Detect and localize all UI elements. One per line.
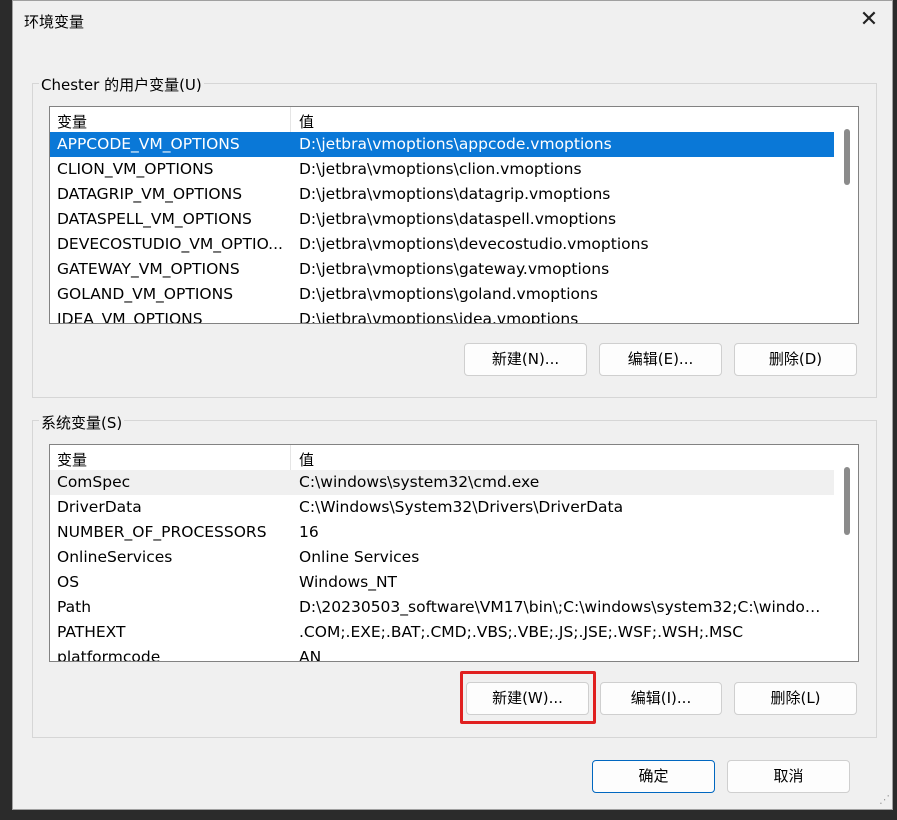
variable-name: IDEA_VM_OPTIONS [57, 310, 203, 324]
variable-name: DATAGRIP_VM_OPTIONS [57, 185, 243, 203]
user-variables-label: Chester 的用户变量(U) [39, 74, 204, 95]
variable-name: DATASPELL_VM_OPTIONS [57, 210, 252, 228]
variable-value: Windows_NT [299, 573, 398, 591]
table-row[interactable]: PATHEXT .COM;.EXE;.BAT;.CMD;.VBS;.VBE;.JS… [50, 620, 834, 645]
column-header-value[interactable]: 值 [299, 111, 314, 132]
table-row[interactable]: DEVECOSTUDIO_VM_OPTIO... D:\jetbra\vmopti… [50, 232, 834, 257]
title-bar: 环境变量 ✕ [13, 1, 892, 39]
variable-value: C:\windows\system32\cmd.exe [299, 473, 540, 491]
scrollbar-thumb[interactable] [844, 467, 850, 535]
table-row[interactable]: APPCODE_VM_OPTIONS D:\jetbra\vmoptions\ap… [50, 132, 834, 157]
variable-name: ComSpec [57, 473, 131, 491]
variable-value: Online Services [299, 548, 420, 566]
table-row[interactable]: Path D:\20230503_software\VM17\bin\;C:\wi… [50, 595, 834, 620]
table-row[interactable]: DATASPELL_VM_OPTIONS D:\jetbra\vmoptions\… [50, 207, 834, 232]
vertical-scrollbar[interactable] [834, 445, 858, 661]
variable-name: GOLAND_VM_OPTIONS [57, 285, 234, 303]
table-row[interactable]: GOLAND_VM_OPTIONS D:\jetbra\vmoptions\gol… [50, 282, 834, 307]
variable-name: Path [57, 598, 92, 616]
resize-grip-icon[interactable]: ⋰ [876, 793, 890, 807]
variable-value: C:\Windows\System32\Drivers\DriverData [299, 498, 624, 516]
system-variables-list[interactable]: 变量 值 ComSpec C:\windows\system32\cmd.exe D… [49, 444, 859, 662]
table-row[interactable]: ComSpec C:\windows\system32\cmd.exe [50, 470, 834, 495]
vertical-scrollbar[interactable] [834, 107, 858, 323]
variable-value: D:\jetbra\vmoptions\goland.vmoptions [299, 285, 598, 303]
variable-name: DEVECOSTUDIO_VM_OPTIO... [57, 235, 283, 253]
table-row[interactable]: CLION_VM_OPTIONS D:\jetbra\vmoptions\clio… [50, 157, 834, 182]
variable-name: NUMBER_OF_PROCESSORS [57, 523, 267, 541]
variable-name: DriverData [57, 498, 142, 516]
variable-name: CLION_VM_OPTIONS [57, 160, 214, 178]
table-row[interactable]: DriverData C:\Windows\System32\Drivers\Dr… [50, 495, 834, 520]
highlight-box [460, 671, 596, 724]
column-divider[interactable] [290, 445, 291, 470]
dialog-title: 环境变量 [24, 13, 85, 31]
table-row[interactable]: DATAGRIP_VM_OPTIONS D:\jetbra\vmoptions\d… [50, 182, 834, 207]
cancel-button[interactable]: 取消 [727, 760, 850, 793]
user-variables-rows: APPCODE_VM_OPTIONS D:\jetbra\vmoptions\ap… [50, 132, 834, 323]
variable-value: 16 [299, 523, 319, 541]
table-row[interactable]: IDEA_VM_OPTIONS D:\jetbra\vmoptions\idea.… [50, 307, 834, 324]
variable-name: GATEWAY_VM_OPTIONS [57, 260, 240, 278]
variable-name: PATHEXT [57, 623, 126, 641]
variable-value: D:\jetbra\vmoptions\gateway.vmoptions [299, 260, 610, 278]
variable-value: D:\jetbra\vmoptions\appcode.vmoptions [299, 135, 612, 153]
variable-value: D:\jetbra\vmoptions\datagrip.vmoptions [299, 185, 611, 203]
table-row[interactable]: GATEWAY_VM_OPTIONS D:\jetbra\vmoptions\ga… [50, 257, 834, 282]
user-edit-button[interactable]: 编辑(E)... [599, 343, 722, 376]
variable-name: platformcode [57, 648, 161, 662]
table-row[interactable]: NUMBER_OF_PROCESSORS 16 [50, 520, 834, 545]
user-delete-button[interactable]: 删除(D) [734, 343, 857, 376]
variable-name: OS [57, 573, 80, 591]
table-row[interactable]: OS Windows_NT [50, 570, 834, 595]
column-header-variable[interactable]: 变量 [57, 449, 87, 470]
close-icon[interactable]: ✕ [856, 7, 882, 33]
scrollbar-thumb[interactable] [844, 129, 850, 185]
system-delete-button[interactable]: 删除(L) [734, 682, 857, 715]
variable-name: OnlineServices [57, 548, 173, 566]
system-variables-label: 系统变量(S) [39, 412, 125, 433]
list-header: 变量 值 [50, 445, 834, 470]
variable-value: .COM;.EXE;.BAT;.CMD;.VBS;.VBE;.JS;.JSE;.… [299, 623, 744, 641]
ok-button[interactable]: 确定 [592, 760, 715, 793]
column-header-value[interactable]: 值 [299, 449, 314, 470]
user-new-button[interactable]: 新建(N)... [464, 343, 587, 376]
variable-name: APPCODE_VM_OPTIONS [57, 135, 240, 153]
table-row[interactable]: platformcode AN [50, 645, 834, 662]
list-header: 变量 值 [50, 107, 834, 132]
table-row[interactable]: OnlineServices Online Services [50, 545, 834, 570]
variable-value: D:\jetbra\vmoptions\devecostudio.vmoptio… [299, 235, 649, 253]
environment-variables-dialog: 环境变量 ✕ Chester 的用户变量(U) 变量 值 APPCODE_VM_… [12, 0, 893, 810]
system-variables-rows: ComSpec C:\windows\system32\cmd.exe Driver… [50, 470, 834, 661]
variable-value: AN [299, 648, 322, 662]
variable-value: D:\jetbra\vmoptions\clion.vmoptions [299, 160, 582, 178]
system-edit-button[interactable]: 编辑(I)... [600, 682, 722, 715]
user-variables-list[interactable]: 变量 值 APPCODE_VM_OPTIONS D:\jetbra\vmoptio… [49, 106, 859, 324]
column-divider[interactable] [290, 107, 291, 132]
variable-value: D:\20230503_software\VM17\bin\;C:\window… [299, 598, 829, 616]
variable-value: D:\jetbra\vmoptions\idea.vmoptions [299, 310, 579, 324]
variable-value: D:\jetbra\vmoptions\dataspell.vmoptions [299, 210, 617, 228]
column-header-variable[interactable]: 变量 [57, 111, 87, 132]
